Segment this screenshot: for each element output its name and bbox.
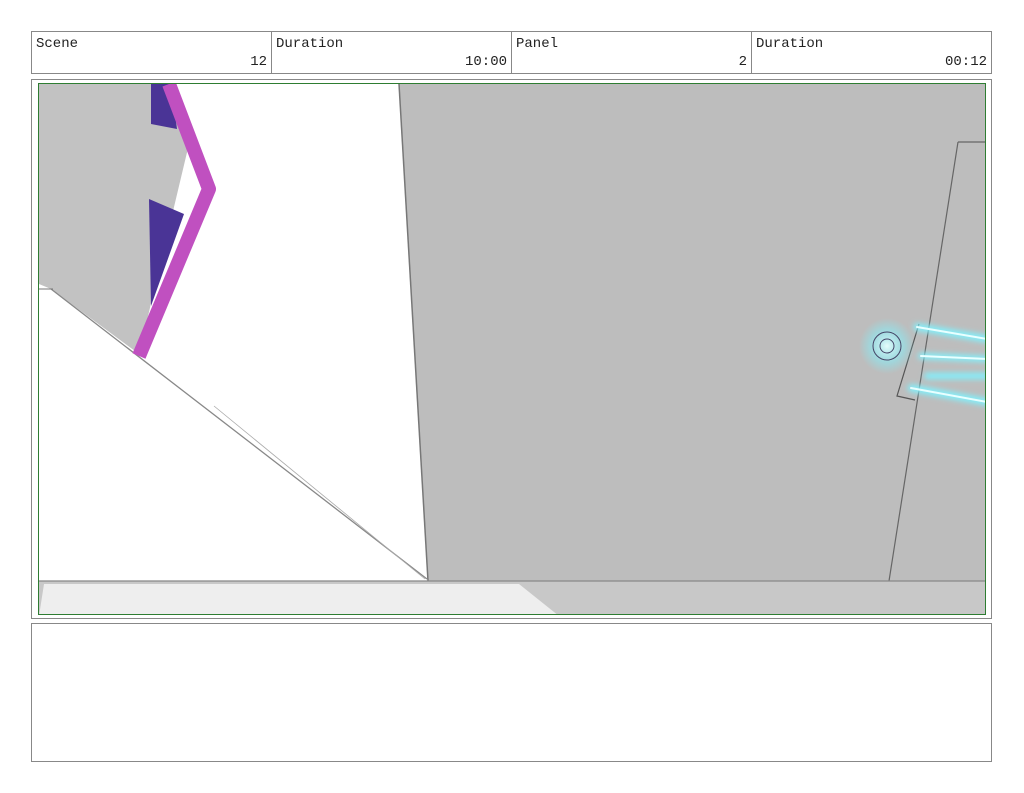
panel-duration-cell: Duration 00:12 xyxy=(752,32,991,73)
scene-cell: Scene 12 xyxy=(32,32,272,73)
panel-cell: Panel 2 xyxy=(512,32,752,73)
storyboard-drawing xyxy=(39,84,985,614)
storyboard-drawing-canvas[interactable] xyxy=(38,83,986,615)
scene-number[interactable]: 12 xyxy=(250,54,267,70)
panel-duration-value[interactable]: 00:12 xyxy=(945,54,987,70)
notes-box[interactable] xyxy=(31,623,992,762)
panel-info-header: Scene 12 Duration 10:00 Panel 2 Duration… xyxy=(31,31,992,74)
panel-number[interactable]: 2 xyxy=(739,54,747,70)
scene-duration-value[interactable]: 10:00 xyxy=(465,54,507,70)
floor-light-patch xyxy=(39,584,557,614)
glow-orb xyxy=(859,318,915,374)
panel-duration-label: Duration xyxy=(756,36,824,52)
panel-label: Panel xyxy=(516,36,559,52)
scene-label: Scene xyxy=(36,36,79,52)
scene-duration-cell: Duration 10:00 xyxy=(272,32,512,73)
scene-duration-label: Duration xyxy=(276,36,344,52)
